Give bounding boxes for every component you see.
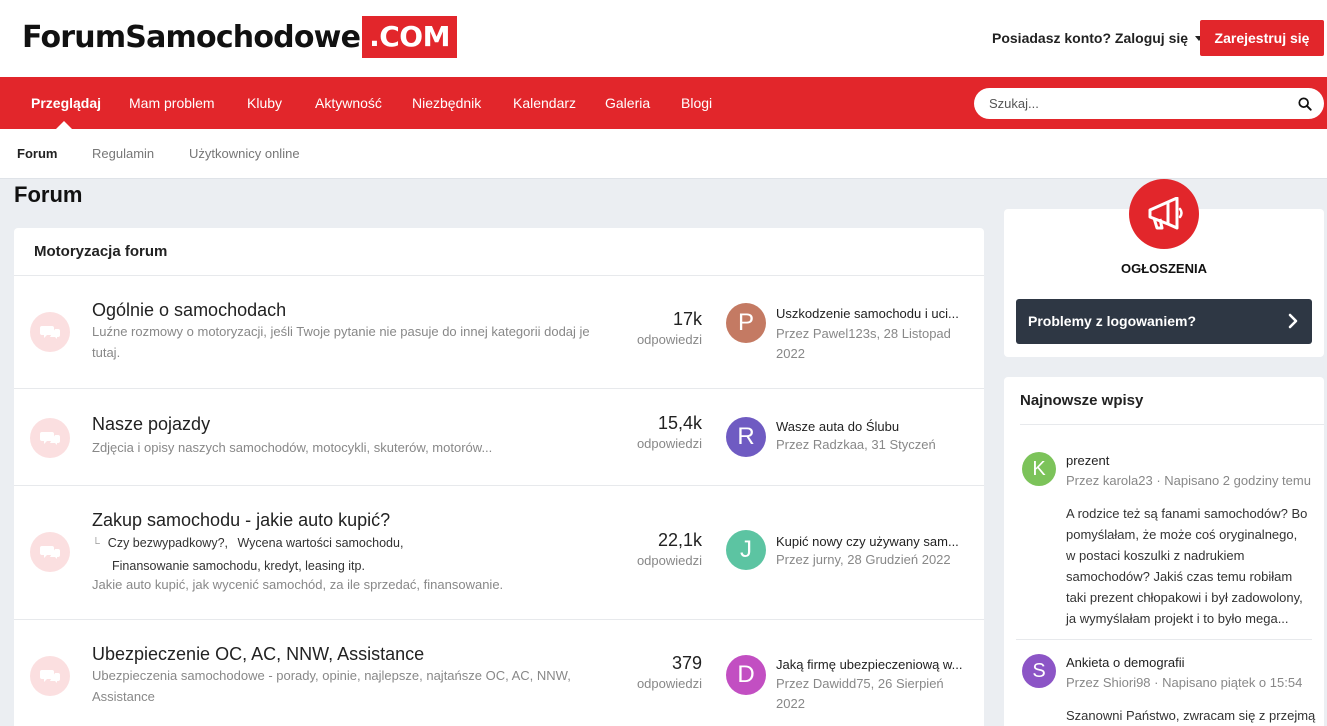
nav-item-niezbednik[interactable]: Niezbędnik [412,77,481,129]
search-box [974,88,1324,119]
nav-item-mam-problem[interactable]: Mam problem [129,77,215,129]
megaphone-icon [1129,179,1199,249]
subforum-link[interactable]: Czy bezwypadkowy?, [108,536,228,550]
entry-excerpt: Szanowni Państwo, zwracam się z przejmą [1066,708,1316,723]
forum-name[interactable]: Zakup samochodu - jakie auto kupić? [92,510,390,531]
entry-meta: Przez karola23 · Napisano 2 godziny temu [1066,473,1311,488]
nav-item-blogi[interactable]: Blogi [681,77,712,129]
announcement-item[interactable]: Problemy z logowaniem? [1016,299,1312,344]
reply-count-label: odpowiedzi [636,436,702,451]
last-post-meta: Przez Dawidd75, 26 Sierpień 2022 [776,676,944,711]
subforum-link[interactable]: Finansowanie samochodu, kredyt, leasing … [112,559,365,573]
avatar[interactable]: S [1022,654,1056,688]
register-button[interactable]: Zarejestruj się [1200,20,1324,56]
nav-item-aktywnosc[interactable]: Aktywność [315,77,382,129]
avatar[interactable]: K [1022,452,1056,486]
subforum-link[interactable]: Wycena wartości samochodu, [237,536,403,550]
last-post-title[interactable]: Uszkodzenie samochodu i uci... [776,306,972,321]
nav-item-galeria[interactable]: Galeria [605,77,650,129]
forum-chat-icon [30,418,70,458]
last-post-title[interactable]: Jaką firmę ubezpieczeniową w... [776,657,972,672]
forum-description: Luźne rozmowy o motoryzacji, jeśli Twoje… [92,324,590,360]
logo-com-badge: .COM [362,16,457,58]
entry-title[interactable]: prezent [1066,453,1109,468]
nav-item-kalendarz[interactable]: Kalendarz [513,77,576,129]
forum-name[interactable]: Ubezpieczenie OC, AC, NNW, Assistance [92,644,424,665]
login-label: Posiadasz konto? Zaloguj się [992,30,1189,46]
avatar[interactable]: J [726,530,766,570]
forum-row: Ogólnie o samochodach Luźne rozmowy o mo… [14,276,984,389]
latest-entries-title: Najnowsze wpisy [1020,377,1324,425]
announcements-title: OGŁOSZENIA [1121,261,1207,276]
entry-divider [1016,639,1312,640]
subnav-item-forum[interactable]: Forum [17,129,57,179]
login-dropdown[interactable]: Posiadasz konto? Zaloguj się [992,30,1204,46]
forum-name[interactable]: Ogólnie o samochodach [92,300,286,321]
forum-row: Ubezpieczenie OC, AC, NNW, Assistance Ub… [14,620,984,726]
active-nav-pointer [56,121,72,129]
reply-count-label: odpowiedzi [636,332,702,347]
subnav-item-regulamin[interactable]: Regulamin [92,129,154,179]
last-post-title[interactable]: Wasze auta do Ślubu [776,419,972,434]
entry-title[interactable]: Ankieta o demografii [1066,655,1185,670]
forum-row: Zakup samochodu - jakie auto kupić? └ Czy… [14,486,984,620]
chevron-right-icon [1288,313,1298,329]
last-post-meta: Przez Pawel123s, 28 Listopad 2022 [776,326,951,361]
avatar[interactable]: P [726,303,766,343]
reply-count: 379 [671,653,702,673]
forum-chat-icon [30,656,70,696]
avatar[interactable]: D [726,655,766,695]
subforum-list: └ Czy bezwypadkowy?, Wycena wartości samo… [92,532,432,577]
latest-entries-widget: Najnowsze wpisy K prezent Przez karola23… [1004,377,1324,726]
sub-nav: Forum Regulamin Użytkownicy online [0,129,1327,179]
logo-text: ForumSamochodowe [22,19,361,55]
search-input[interactable] [989,96,1298,111]
forum-chat-icon [30,532,70,572]
reply-count: 15,4k [657,413,702,433]
reply-count: 22,1k [657,530,702,550]
last-post-title[interactable]: Kupić nowy czy używany sam... [776,534,972,549]
reply-count: 17k [672,309,702,329]
site-header: ForumSamochodowe .COM Posiadasz konto? Z… [0,0,1327,77]
last-post-meta: Przez Radzkaa, 31 Styczeń [776,437,936,452]
forum-row: Nasze pojazdy Zdjęcia i opisy naszych sa… [14,389,984,486]
forum-description: Jakie auto kupić, jak wycenić samochód, … [92,577,504,592]
subforum-branch-icon: └ [92,538,100,550]
page-title: Forum [14,182,83,207]
reply-count-label: odpowiedzi [636,553,702,568]
forum-category-title: Motoryzacja forum [14,228,984,276]
subnav-item-online-users[interactable]: Użytkownicy online [189,129,300,179]
search-icon[interactable] [1298,96,1312,111]
avatar[interactable]: R [726,417,766,457]
forum-category-box: Motoryzacja forum Ogólnie o samochodach … [14,228,984,726]
reply-count-label: odpowiedzi [636,676,702,691]
forum-description: Ubezpieczenia samochodowe - porady, opin… [92,668,571,704]
forum-name[interactable]: Nasze pojazdy [92,414,210,435]
last-post-meta: Przez jurny, 28 Grudzień 2022 [776,552,951,567]
forum-chat-icon [30,312,70,352]
site-logo[interactable]: ForumSamochodowe .COM [22,16,457,58]
announcement-label: Problemy z logowaniem? [1028,313,1197,329]
entry-excerpt: A rodzice też są fanami samochodów? Bo p… [1066,506,1308,626]
entry-meta: Przez Shiori98 · Napisano piątek o 15:54 [1066,675,1303,690]
nav-item-kluby[interactable]: Kluby [247,77,282,129]
forum-description: Zdjęcia i opisy naszych samochodów, moto… [92,440,493,455]
